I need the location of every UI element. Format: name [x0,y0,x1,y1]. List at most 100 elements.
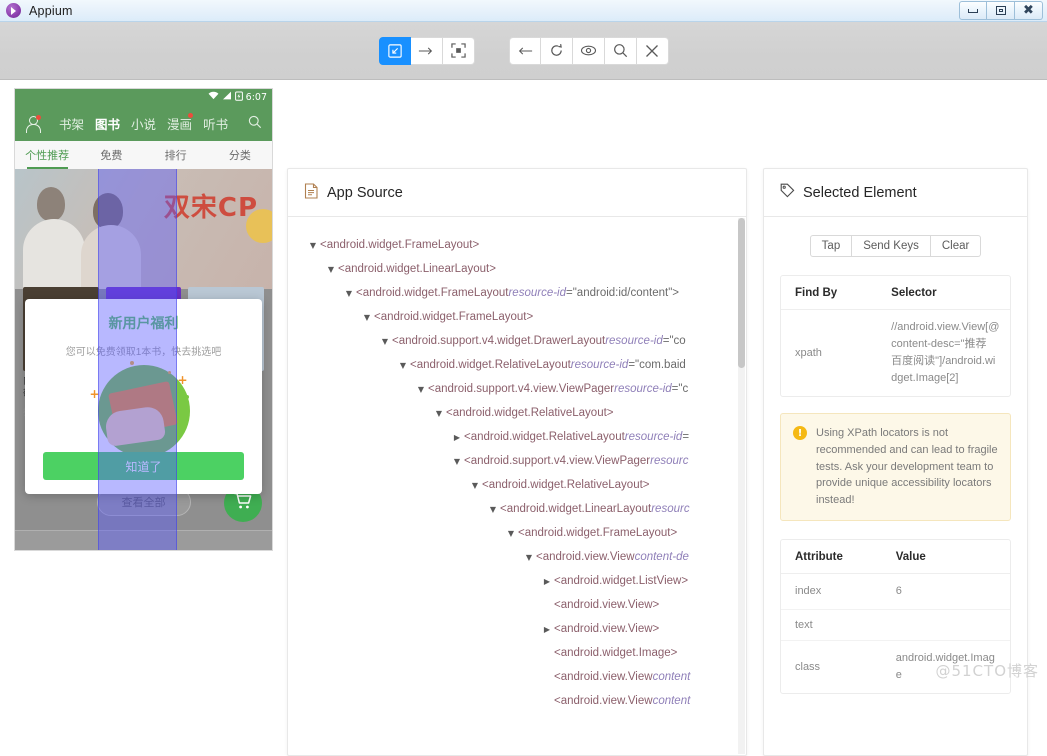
device-tab-1[interactable]: 免费 [79,147,143,163]
app-source-panel: App Source ▼ <android.widget.FrameLayout>… [287,168,747,756]
element-actions: Tap Send Keys Clear [764,235,1027,257]
tree-node[interactable]: ▼ <android.view.View content-de [288,545,746,569]
tree-node[interactable]: ▼ <android.widget.LinearLayout resourc [288,497,746,521]
tree-node[interactable]: ▶ <android.widget.ListView> [288,569,746,593]
caret-down-icon[interactable]: ▼ [468,481,482,490]
table-row[interactable]: xpath //android.view.View[@content-desc=… [781,310,1010,397]
tree-node[interactable]: ▼ <android.widget.RelativeLayout resource… [288,353,746,377]
caret-right-icon[interactable]: ▶ [540,577,554,586]
tree-node[interactable]: ▼ <android.widget.FrameLayout> [288,305,746,329]
caret-down-icon[interactable]: ▼ [504,529,518,538]
locator-selector: //android.view.View[@content-desc="推荐 百度… [891,321,1000,385]
signal-icon [222,91,232,103]
device-tab-bar: 个性推荐 免费 排行 分类 [15,141,272,169]
selected-element-title: Selected Element [803,184,917,201]
tap-by-coordinates-button[interactable] [442,36,475,65]
tree-node[interactable]: ▼ <android.widget.RelativeLayout> [288,401,746,425]
caret-down-icon[interactable]: ▼ [378,337,392,346]
refresh-icon [549,43,564,58]
device-nav-item-0[interactable]: 书架 [59,114,84,133]
promo-banner[interactable]: 双宋CP [15,169,272,289]
caret-down-icon[interactable]: ▼ [450,457,464,466]
device-nav-item-4[interactable]: 听书 [203,114,228,133]
caret-right-icon[interactable]: ▶ [450,433,464,442]
clear-button[interactable]: Clear [930,235,982,257]
tree-node-tag: <android.widget.FrameLayout [356,287,509,299]
source-tree[interactable]: ▼ <android.widget.FrameLayout> ▼ <android.w… [288,217,746,755]
close-button[interactable]: ✖ [1015,1,1043,20]
swipe-by-coordinates-button[interactable] [410,36,443,65]
maximize-button[interactable] [987,1,1015,20]
modal-confirm-button[interactable]: 知道了 [43,452,244,480]
device-tab-2[interactable]: 排行 [144,147,208,163]
select-element-button[interactable] [378,36,411,65]
caret-down-icon[interactable]: ▼ [432,409,446,418]
tree-node[interactable]: <android.widget.Image> [288,641,746,665]
app-source-title: App Source [327,184,403,201]
start-recording-button[interactable] [572,36,605,65]
tree-node-tag: <android.view.View> [554,623,660,635]
person-icon[interactable] [25,114,41,133]
toolbar-group-actions [378,36,475,65]
warning-icon: ! [793,426,807,441]
tree-node-attribute: resource-id [570,359,629,371]
window-controls: ✖ [959,1,1043,20]
device-clock: 6:07 [245,91,267,103]
new-user-modal[interactable]: 新用户福利 您可以免费领取1本书，快去挑选吧 + + 知道了 [25,299,262,494]
caret-down-icon[interactable]: ▼ [342,289,356,298]
tree-node[interactable]: <android.view.View content [288,689,746,713]
tree-node-tag: <android.widget.RelativeLayout [410,359,571,371]
tree-node[interactable]: ▶ <android.widget.RelativeLayout resource… [288,425,746,449]
tree-node-attribute: resourc [650,455,689,467]
tree-node[interactable]: <android.view.View> [288,593,746,617]
tree-node[interactable]: ▼ <android.support.v4.widget.DrawerLayout… [288,329,746,353]
caret-right-icon[interactable]: ▶ [540,625,554,634]
tree-node[interactable]: ▼ <android.widget.FrameLayout> [288,521,746,545]
tree-node[interactable]: ▼ <android.widget.FrameLayout> [288,233,746,257]
device-tab-0[interactable]: 个性推荐 [15,147,79,169]
tree-node[interactable]: <android.view.View content [288,665,746,689]
scrollbar-thumb[interactable] [738,218,745,368]
banner-person-body [23,219,85,289]
modal-subtitle: 您可以免费领取1本书，快去挑选吧 [65,347,222,358]
minimize-button[interactable] [959,1,987,20]
device-nav-item-1[interactable]: 图书 [95,114,120,133]
tree-node-tag: <android.widget.FrameLayout> [518,527,678,539]
caret-down-icon[interactable]: ▼ [486,505,500,514]
caret-down-icon[interactable]: ▼ [522,553,536,562]
caret-down-icon[interactable]: ▼ [360,313,374,322]
tree-node-tag: <android.widget.LinearLayout [500,503,652,515]
search-for-element-button[interactable] [604,36,637,65]
selected-element-header: Selected Element [764,169,1027,217]
send-keys-button[interactable]: Send Keys [852,235,931,257]
table-row: class android.widget.Image [781,640,1010,693]
device-nav-item-2[interactable]: 小说 [131,114,156,133]
sparkle-icon [129,361,134,365]
caret-down-icon[interactable]: ▼ [306,241,320,250]
tree-node-attribute: resource-id [605,335,663,347]
window-title: Appium [29,3,73,18]
refresh-source-button[interactable] [540,36,573,65]
tree-node[interactable]: ▶ <android.view.View> [288,617,746,641]
tree-node[interactable]: ▼ <android.widget.LinearLayout> [288,257,746,281]
tree-node-tag: <android.widget.RelativeLayout [464,431,625,443]
gift-illustration-icon: + + [90,361,198,457]
tree-node-tag: <android.view.View [554,695,653,707]
back-button[interactable] [508,36,541,65]
tree-node[interactable]: ▼ <android.widget.RelativeLayout> [288,473,746,497]
tap-button[interactable]: Tap [809,235,853,257]
device-screenshot-panel[interactable]: 6:07 书架 图书 小说 漫画 听书 个性推荐 免费 排行 分类 双宋CP 查… [14,88,273,551]
caret-down-icon[interactable]: ▼ [396,361,410,370]
device-search-icon[interactable] [248,115,262,132]
tree-node[interactable]: ▼ <android.widget.FrameLayout resource-id… [288,281,746,305]
device-nav-bar: 书架 图书 小说 漫画 听书 [15,105,272,141]
caret-down-icon[interactable]: ▼ [414,385,428,394]
device-nav-item-3[interactable]: 漫画 [167,112,194,133]
quit-session-button[interactable] [636,36,669,65]
tree-node[interactable]: ▼ <android.support.v4.view.ViewPager reso… [288,449,746,473]
source-tree-scrollbar[interactable] [738,218,745,754]
notification-dot-icon [36,114,41,120]
device-tab-3[interactable]: 分类 [208,147,272,163]
caret-down-icon[interactable]: ▼ [324,265,338,274]
tree-node[interactable]: ▼ <android.support.v4.view.ViewPager reso… [288,377,746,401]
